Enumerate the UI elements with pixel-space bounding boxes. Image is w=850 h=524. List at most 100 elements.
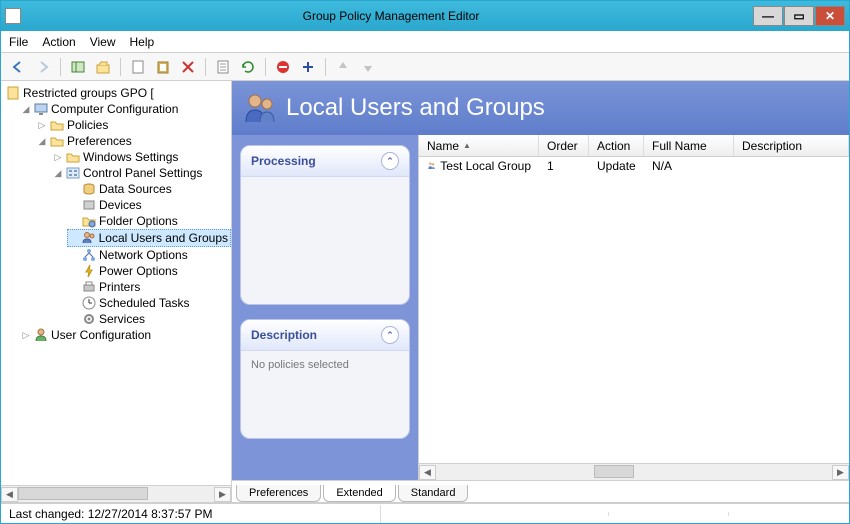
list-rows[interactable]: Test Local Group 1 Update N/A xyxy=(419,157,849,463)
collapse-icon[interactable]: ◢ xyxy=(53,168,63,178)
tree-windows-settings[interactable]: ▷ Windows Settings xyxy=(51,149,231,165)
up-button[interactable] xyxy=(92,56,114,78)
tree-scheduled-tasks[interactable]: Scheduled Tasks xyxy=(67,295,231,311)
tree-control-panel[interactable]: ◢ Control Panel Settings xyxy=(51,165,231,181)
collapse-icon[interactable]: ⌃ xyxy=(381,152,399,170)
refresh-button[interactable] xyxy=(237,56,259,78)
stop-button[interactable] xyxy=(272,56,294,78)
back-button[interactable] xyxy=(7,56,29,78)
scroll-left-button[interactable]: ◀ xyxy=(1,487,18,502)
toolbar-separator xyxy=(325,58,326,76)
tree-label: Folder Options xyxy=(99,213,178,229)
details-pane: Local Users and Groups Processing ⌃ Desc… xyxy=(232,81,849,502)
network-icon xyxy=(81,247,97,263)
scroll-right-button[interactable]: ▶ xyxy=(214,487,231,502)
banner-title: Local Users and Groups xyxy=(286,94,545,122)
move-up-button[interactable] xyxy=(332,56,354,78)
group-icon xyxy=(427,159,436,173)
column-order[interactable]: Order xyxy=(539,135,589,156)
tree-devices[interactable]: Devices xyxy=(67,197,231,213)
tree-power-options[interactable]: Power Options xyxy=(67,263,231,279)
expand-icon[interactable]: ▷ xyxy=(37,120,47,130)
properties-button[interactable] xyxy=(212,56,234,78)
status-last-changed: Last changed: 12/27/2014 8:37:57 PM xyxy=(1,505,381,523)
collapse-icon[interactable]: ⌃ xyxy=(381,326,399,344)
users-groups-icon xyxy=(81,230,97,246)
description-card-header[interactable]: Description ⌃ xyxy=(241,320,409,351)
expand-icon[interactable]: ▷ xyxy=(21,330,31,340)
tree-scrollbar[interactable]: ◀ ▶ xyxy=(1,485,231,502)
tab-standard[interactable]: Standard xyxy=(398,485,469,502)
window-controls: — ▭ ✕ xyxy=(753,6,845,26)
tab-preferences[interactable]: Preferences xyxy=(236,485,321,502)
list-scrollbar[interactable]: ◀ ▶ xyxy=(419,463,849,480)
scroll-thumb[interactable] xyxy=(594,465,634,478)
menu-file[interactable]: File xyxy=(9,35,28,49)
add-button[interactable] xyxy=(297,56,319,78)
description-body: No policies selected xyxy=(241,351,409,379)
toolbar-separator xyxy=(60,58,61,76)
tree-computer-config[interactable]: ◢ Computer Configuration xyxy=(19,101,231,117)
tree-folder-options[interactable]: Folder Options xyxy=(67,213,231,229)
column-name[interactable]: Name▲ xyxy=(419,135,539,156)
scroll-thumb[interactable] xyxy=(18,487,148,500)
menu-view[interactable]: View xyxy=(90,35,116,49)
processing-card: Processing ⌃ xyxy=(240,145,410,305)
paste-button[interactable] xyxy=(152,56,174,78)
delete-button[interactable] xyxy=(177,56,199,78)
tree-local-users-groups[interactable]: Local Users and Groups xyxy=(67,229,231,247)
status-empty xyxy=(381,512,609,516)
tree-label: Devices xyxy=(99,197,142,213)
column-description[interactable]: Description xyxy=(734,135,849,156)
cut-button[interactable] xyxy=(127,56,149,78)
expand-icon[interactable]: ▷ xyxy=(53,152,63,162)
tab-extended[interactable]: Extended xyxy=(323,485,395,502)
maximize-button[interactable]: ▭ xyxy=(784,6,814,26)
minimize-button[interactable]: — xyxy=(753,6,783,26)
status-bar: Last changed: 12/27/2014 8:37:57 PM xyxy=(1,503,849,523)
datasource-icon xyxy=(81,181,97,197)
list-item[interactable]: Test Local Group 1 Update N/A xyxy=(419,157,849,175)
collapse-icon[interactable]: ◢ xyxy=(21,104,31,114)
column-fullname[interactable]: Full Name xyxy=(644,135,734,156)
tree-data-sources[interactable]: Data Sources xyxy=(67,181,231,197)
list-pane: Name▲ Order Action Full Name Description… xyxy=(418,135,849,480)
menu-help[interactable]: Help xyxy=(130,35,155,49)
control-panel-icon xyxy=(65,165,81,181)
tree-label: Preferences xyxy=(67,133,132,149)
close-button[interactable]: ✕ xyxy=(815,6,845,26)
tree-label: Power Options xyxy=(99,263,178,279)
menu-action[interactable]: Action xyxy=(42,35,75,49)
extended-panel: Processing ⌃ Description ⌃ No policies s… xyxy=(232,135,418,480)
banner: Local Users and Groups xyxy=(232,81,849,135)
tree-services[interactable]: Services xyxy=(67,311,231,327)
device-icon xyxy=(81,197,97,213)
show-hide-tree-button[interactable] xyxy=(67,56,89,78)
tree-user-config[interactable]: ▷ User Configuration xyxy=(19,327,231,343)
tree-policies[interactable]: ▷ Policies xyxy=(35,117,231,133)
toolbar-separator xyxy=(265,58,266,76)
tree-preferences[interactable]: ◢ Preferences xyxy=(35,133,231,149)
navigation-tree[interactable]: Restricted groups GPO [ ◢ Computer Confi… xyxy=(1,81,231,485)
tree-label: Restricted groups GPO [ xyxy=(23,85,154,101)
tree-label: Network Options xyxy=(99,247,188,263)
services-icon xyxy=(81,311,97,327)
title-bar: Group Policy Management Editor — ▭ ✕ xyxy=(1,1,849,31)
folder-icon xyxy=(49,117,65,133)
menu-bar: File Action View Help xyxy=(1,31,849,53)
status-empty xyxy=(609,512,729,516)
tree-printers[interactable]: Printers xyxy=(67,279,231,295)
collapse-icon[interactable]: ◢ xyxy=(37,136,47,146)
scroll-right-button[interactable]: ▶ xyxy=(832,465,849,480)
toolbar-separator xyxy=(120,58,121,76)
move-down-button[interactable] xyxy=(357,56,379,78)
scroll-track[interactable] xyxy=(18,487,214,502)
scroll-left-button[interactable]: ◀ xyxy=(419,465,436,480)
client-area: Restricted groups GPO [ ◢ Computer Confi… xyxy=(1,81,849,503)
tree-network-options[interactable]: Network Options xyxy=(67,247,231,263)
forward-button[interactable] xyxy=(32,56,54,78)
column-action[interactable]: Action xyxy=(589,135,644,156)
processing-card-header[interactable]: Processing ⌃ xyxy=(241,146,409,177)
tree-root[interactable]: Restricted groups GPO [ xyxy=(3,85,231,101)
scroll-track[interactable] xyxy=(436,465,832,480)
